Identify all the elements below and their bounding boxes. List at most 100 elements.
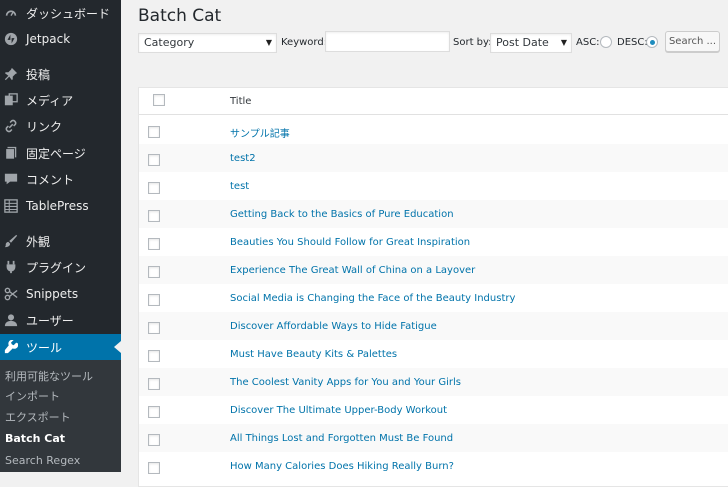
dropdown-arrow-icon: ▼ [265, 38, 272, 47]
menu-media[interactable]: メディア [0, 87, 121, 113]
menu-dashboard[interactable]: ダッシュボード [0, 0, 121, 26]
dropdown-arrow-icon: ▼ [560, 38, 567, 47]
menu-snippets-label: Snippets [26, 287, 79, 301]
submenu-import[interactable]: インポート [5, 390, 60, 404]
menu-comments[interactable]: コメント [0, 166, 121, 192]
post-title-link[interactable]: Discover The Ultimate Upper-Body Workout [230, 405, 447, 416]
row-checkbox[interactable] [148, 154, 160, 166]
page-icon [4, 146, 18, 160]
menu-dashboard-label: ダッシュボード [26, 6, 111, 21]
post-title-link[interactable]: サンプル記事 [230, 125, 290, 140]
keyword-label: Keyword: [281, 37, 328, 48]
submenu-available-tools[interactable]: 利用可能なツール [5, 370, 93, 384]
post-title-link[interactable]: The Coolest Vanity Apps for You and Your… [230, 377, 461, 388]
menu-appearance-label: 外観 [26, 234, 51, 249]
table-row: All Things Lost and Forgotten Must Be Fo… [139, 424, 728, 452]
table-row: サンプル記事 [139, 116, 728, 144]
menu-pages-label: 固定ページ [26, 146, 86, 161]
sortby-select-value: Post Date [496, 36, 549, 49]
dashboard-icon [4, 6, 18, 20]
table-row: test [139, 172, 728, 200]
menu-pages[interactable]: 固定ページ [0, 140, 121, 166]
wrench-icon [4, 340, 18, 354]
post-title-link[interactable]: Social Media is Changing the Face of the… [230, 293, 515, 304]
user-icon [4, 313, 18, 327]
row-checkbox[interactable] [148, 126, 160, 138]
table-row: Getting Back to the Basics of Pure Educa… [139, 200, 728, 228]
menu-users-label: ユーザー [26, 313, 74, 328]
row-checkbox[interactable] [148, 210, 160, 222]
table-row: How Many Calories Does Hiking Really Bur… [139, 452, 728, 480]
jetpack-icon [4, 32, 18, 46]
table-row: Social Media is Changing the Face of the… [139, 284, 728, 312]
menu-media-label: メディア [26, 93, 74, 108]
table-row: test2 [139, 144, 728, 172]
table-header: Title [139, 88, 728, 115]
page-title: Batch Cat [138, 6, 222, 26]
asc-radio[interactable] [600, 36, 612, 48]
table-icon [4, 199, 18, 213]
plugin-icon [4, 260, 18, 274]
submenu-batch-cat[interactable]: Batch Cat [5, 432, 65, 446]
admin-sidebar: ダッシュボード Jetpack 投稿 メディア リンク 固定ページ コメント T… [0, 0, 121, 472]
column-header-title[interactable]: Title [230, 96, 251, 107]
menu-tablepress[interactable]: TablePress [0, 193, 121, 219]
menu-posts[interactable]: 投稿 [0, 61, 121, 87]
snippets-icon [4, 287, 18, 301]
post-title-link[interactable]: Must Have Beauty Kits & Palettes [230, 349, 397, 360]
row-checkbox[interactable] [148, 294, 160, 306]
menu-jetpack[interactable]: Jetpack [0, 26, 121, 52]
menu-plugins[interactable]: プラグイン [0, 254, 121, 280]
menu-tools[interactable]: ツール [0, 334, 121, 360]
row-checkbox[interactable] [148, 182, 160, 194]
asc-label: ASC: [576, 37, 600, 48]
row-checkbox[interactable] [148, 378, 160, 390]
pin-icon [4, 67, 18, 81]
post-title-link[interactable]: Beauties You Should Follow for Great Ins… [230, 237, 470, 248]
keyword-input[interactable] [325, 31, 450, 52]
row-checkbox[interactable] [148, 266, 160, 278]
active-arrow-indicator [114, 341, 121, 353]
menu-comments-label: コメント [26, 172, 75, 187]
menu-tablepress-label: TablePress [26, 199, 89, 213]
post-title-link[interactable]: Discover Affordable Ways to Hide Fatigue [230, 321, 437, 332]
menu-appearance[interactable]: 外観 [0, 228, 121, 254]
submenu-export[interactable]: エクスポート [5, 411, 71, 425]
row-checkbox[interactable] [148, 350, 160, 362]
row-checkbox[interactable] [148, 434, 160, 446]
brush-icon [4, 234, 18, 248]
post-title-link[interactable]: How Many Calories Does Hiking Really Bur… [230, 461, 454, 472]
menu-snippets[interactable]: Snippets [0, 281, 121, 307]
menu-links[interactable]: リンク [0, 113, 121, 139]
menu-plugins-label: プラグイン [26, 260, 87, 275]
post-title-link[interactable]: test [230, 181, 249, 192]
link-icon [4, 119, 18, 133]
table-row: Must Have Beauty Kits & Palettes [139, 340, 728, 368]
desc-radio[interactable] [646, 36, 658, 48]
row-checkbox[interactable] [148, 238, 160, 250]
sortby-select[interactable]: Post Date ▼ [490, 33, 572, 53]
menu-links-label: リンク [26, 119, 63, 134]
menu-tools-label: ツール [26, 340, 63, 355]
search-button[interactable]: Search ... [665, 31, 720, 52]
category-select[interactable]: Category ▼ [138, 33, 277, 53]
post-title-link[interactable]: test2 [230, 153, 256, 164]
select-all-checkbox[interactable] [153, 94, 165, 106]
menu-jetpack-label: Jetpack [26, 32, 71, 46]
post-title-link[interactable]: Getting Back to the Basics of Pure Educa… [230, 209, 454, 220]
table-row: Beauties You Should Follow for Great Ins… [139, 228, 728, 256]
menu-posts-label: 投稿 [26, 67, 51, 82]
row-checkbox[interactable] [148, 462, 160, 474]
submenu-search-regex[interactable]: Search Regex [5, 454, 80, 468]
table-row: Discover Affordable Ways to Hide Fatigue [139, 312, 728, 340]
post-title-link[interactable]: Experience The Great Wall of China on a … [230, 265, 475, 276]
media-icon [4, 93, 18, 107]
row-checkbox[interactable] [148, 406, 160, 418]
comment-icon [4, 172, 18, 186]
sortby-label: Sort by: [453, 37, 492, 48]
post-title-link[interactable]: All Things Lost and Forgotten Must Be Fo… [230, 433, 453, 444]
row-checkbox[interactable] [148, 322, 160, 334]
menu-users[interactable]: ユーザー [0, 307, 121, 333]
posts-table: Title サンプル記事 test2 test Getting Back to the… [138, 87, 728, 487]
category-select-value: Category [144, 36, 195, 49]
